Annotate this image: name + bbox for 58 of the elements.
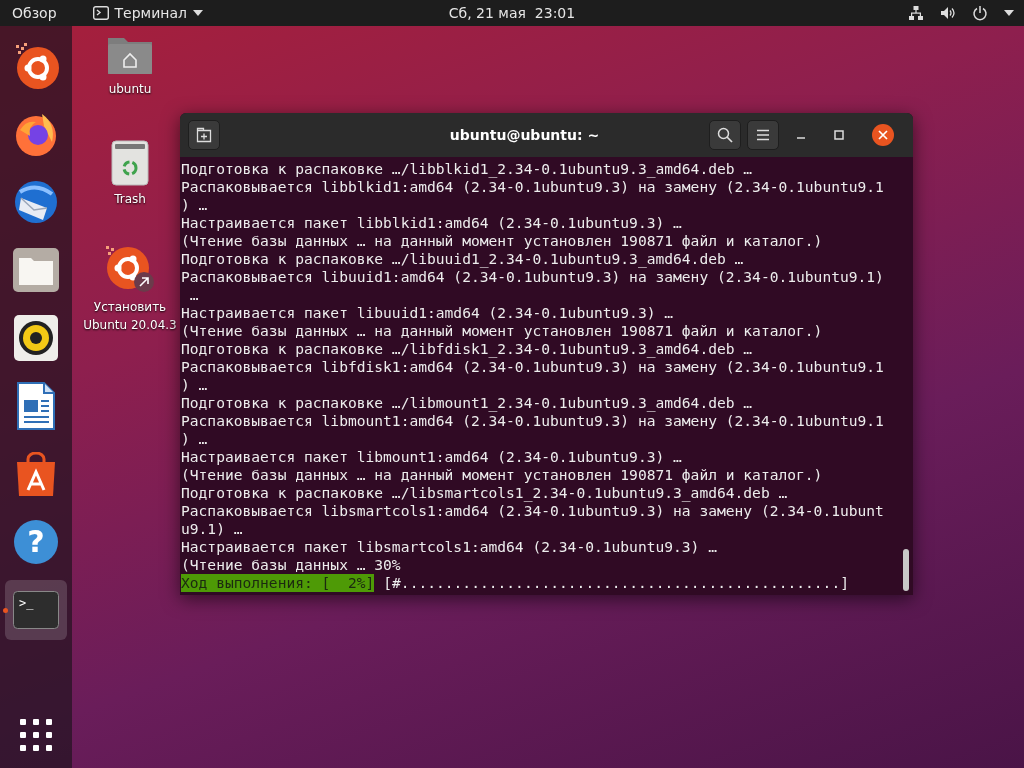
close-icon[interactable] [871, 123, 895, 147]
terminal-line: Подготовка к распаковке …/libuuid1_2.34-0.1ubuntu9.3_amd64.deb … [181, 250, 745, 268]
help-icon: ? [13, 519, 59, 565]
dock-item[interactable]: >_ [5, 580, 67, 640]
terminal-line: Распаковывается libfdisk1:amd64 (2.34-0.1ubuntu9.3) на замену (2.34-0.1ubuntu9.1 [181, 358, 885, 376]
terminal-line: u9.1) … [181, 520, 244, 538]
terminal-line: Распаковывается libuuid1:amd64 (2.34-0.1ubuntu9.3) на замену (2.34-0.1ubuntu9.1) [181, 268, 885, 286]
terminal-line: ) … [181, 196, 209, 214]
ubuntu-installer-icon[interactable] [104, 244, 156, 294]
terminal-line: Распаковывается libblkid1:amd64 (2.34-0.1ubuntu9.3) на замену (2.34-0.1ubuntu9.1 [181, 178, 885, 196]
search-button[interactable] [709, 120, 741, 150]
menu-icon [756, 129, 770, 141]
app-menu[interactable]: Терминал [92, 5, 203, 21]
power-icon[interactable] [972, 5, 988, 21]
trash-icon[interactable] [111, 140, 149, 186]
terminal-icon: >_ [13, 591, 59, 629]
terminal-line: (Чтение базы данных … 30% [181, 556, 402, 574]
terminal-line: (Чтение базы данных … на данный момент установлен 190871 файл и каталог.) [181, 322, 824, 340]
speaker-icon [14, 315, 58, 361]
home-folder-icon[interactable] [106, 36, 154, 76]
maximize-icon[interactable] [833, 129, 845, 141]
thunderbird-icon [12, 178, 60, 226]
desktop-icon-label[interactable]: Trash [114, 190, 146, 208]
app-grid-icon[interactable] [20, 719, 52, 751]
terminal-line: ) … [181, 376, 209, 394]
terminal-line: (Чтение базы данных … на данный момент установлен 190871 файл и каталог.) [181, 466, 824, 484]
network-icon[interactable] [908, 5, 924, 21]
menu-button[interactable] [747, 120, 779, 150]
terminal-line: Распаковывается libmount1:amd64 (2.34-0.1ubuntu9.3) на замену (2.34-0.1ubuntu9.1 [181, 412, 885, 430]
new-tab-icon [196, 127, 212, 143]
desktop-icon-label[interactable]: ubuntu [108, 80, 152, 98]
terminal-line: Подготовка к распаковке …/libfdisk1_2.34-0.1ubuntu9.3_amd64.deb … [181, 340, 754, 358]
clock[interactable]: Сб, 21 мая 23:01 [442, 5, 582, 21]
progress-bar-text: [#..................................................] [383, 574, 849, 592]
window-title: ubuntu@ubuntu: ~ [448, 127, 601, 143]
terminal-line: Настраивается пакет libuuid1:amd64 (2.34-0.1ubuntu9.3) … [181, 304, 675, 322]
terminal-line: Настраивается пакет libblkid1:amd64 (2.34-0.1ubuntu9.3) … [181, 214, 683, 232]
terminal-icon [92, 6, 109, 20]
terminal-line: Настраивается пакет libsmartcols1:amd64 (2.34-0.1ubuntu9.3) … [181, 538, 718, 556]
terminal-line: … [188, 286, 200, 304]
terminal-line: Распаковывается libsmartcols1:amd64 (2.34-0.1ubuntu9.3) на замену (2.34-0.1ubunt [181, 502, 885, 520]
terminal-line: (Чтение базы данных … на данный момент установлен 190871 файл и каталог.) [181, 232, 824, 250]
terminal-line: Подготовка к распаковке …/libmount1_2.34-0.1ubuntu9.3_amd64.deb … [181, 394, 754, 412]
caret-icon [192, 10, 203, 16]
terminal-line: Настраивается пакет libmount1:amd64 (2.34-0.1ubuntu9.3) … [181, 448, 683, 466]
terminal-line: ) … [181, 430, 209, 448]
scrollbar[interactable] [903, 549, 909, 591]
caret-icon[interactable] [1004, 10, 1014, 16]
volume-icon[interactable] [940, 5, 956, 21]
search-icon [717, 127, 733, 143]
folder-icon [13, 248, 59, 292]
terminal-line: Подготовка к распаковке …/libblkid1_2.34-0.1ubuntu9.3_amd64.deb … [181, 160, 754, 178]
terminal-line: Подготовка к распаковке …/libsmartcols1_2.34-0.1ubuntu9.3_amd64.deb … [181, 484, 789, 502]
progress-label: Ход выполнения: [ 2%] [181, 574, 375, 592]
document-icon [16, 382, 56, 430]
activities-button[interactable]: Обзор [10, 5, 63, 21]
new-tab-button[interactable] [188, 120, 220, 150]
desktop-icon-label[interactable]: Установить Ubuntu 20.04.3 [81, 298, 179, 334]
